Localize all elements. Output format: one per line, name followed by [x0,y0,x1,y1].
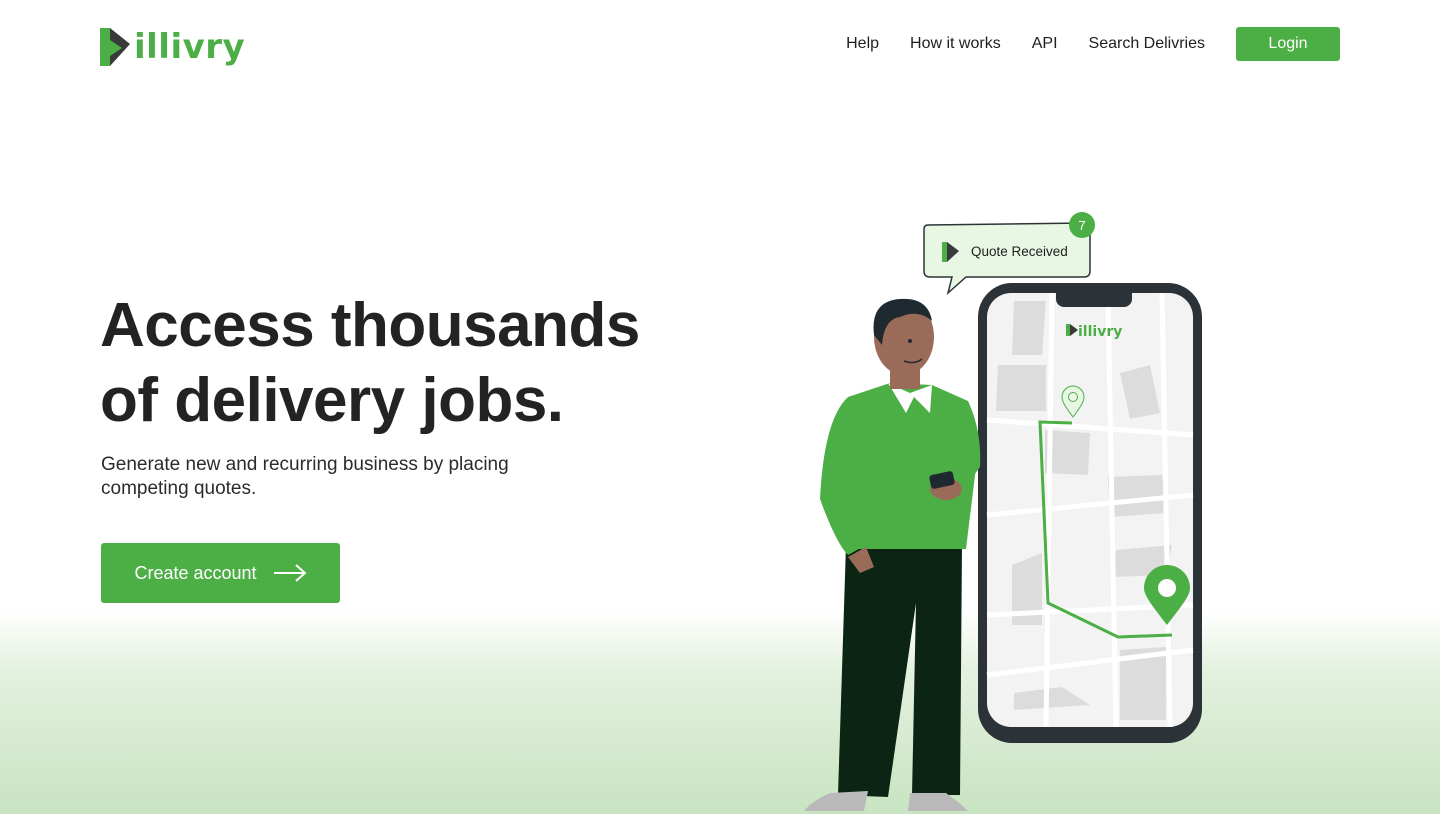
nav-help[interactable]: Help [846,27,879,61]
logo-mark-icon [100,28,130,66]
arrow-right-icon [273,564,307,582]
quote-notification: Quote Received 7 [923,212,1095,296]
hero-subtitle: Generate new and recurring business by p… [101,454,509,499]
top-nav: Help How it works API Search Delivries L… [846,27,1340,61]
person-figure [804,298,981,811]
hero-title: Access thousands of delivery jobs. [100,288,720,438]
phone-mockup: illivry [978,283,1202,743]
notification-text: Quote Received [971,244,1068,259]
hero-title-line-1: Access thousands [100,291,640,360]
nav-search-deliveries[interactable]: Search Delivries [1089,27,1205,61]
create-account-label: Create account [134,562,257,583]
hero-illustration: Quote Received 7 illivry [804,212,1202,811]
nav-api[interactable]: API [1032,27,1058,61]
login-button[interactable]: Login [1236,27,1340,61]
create-account-button[interactable]: Create account [101,543,340,603]
phone-brand: illivry [1078,324,1122,340]
notification-count: 7 [1078,218,1085,233]
brand-logo[interactable]: illivry [100,26,245,68]
brand-name: illivry [134,27,246,67]
nav-how-it-works[interactable]: How it works [910,27,1001,61]
hero-title-line-2: of delivery jobs. [100,366,564,435]
